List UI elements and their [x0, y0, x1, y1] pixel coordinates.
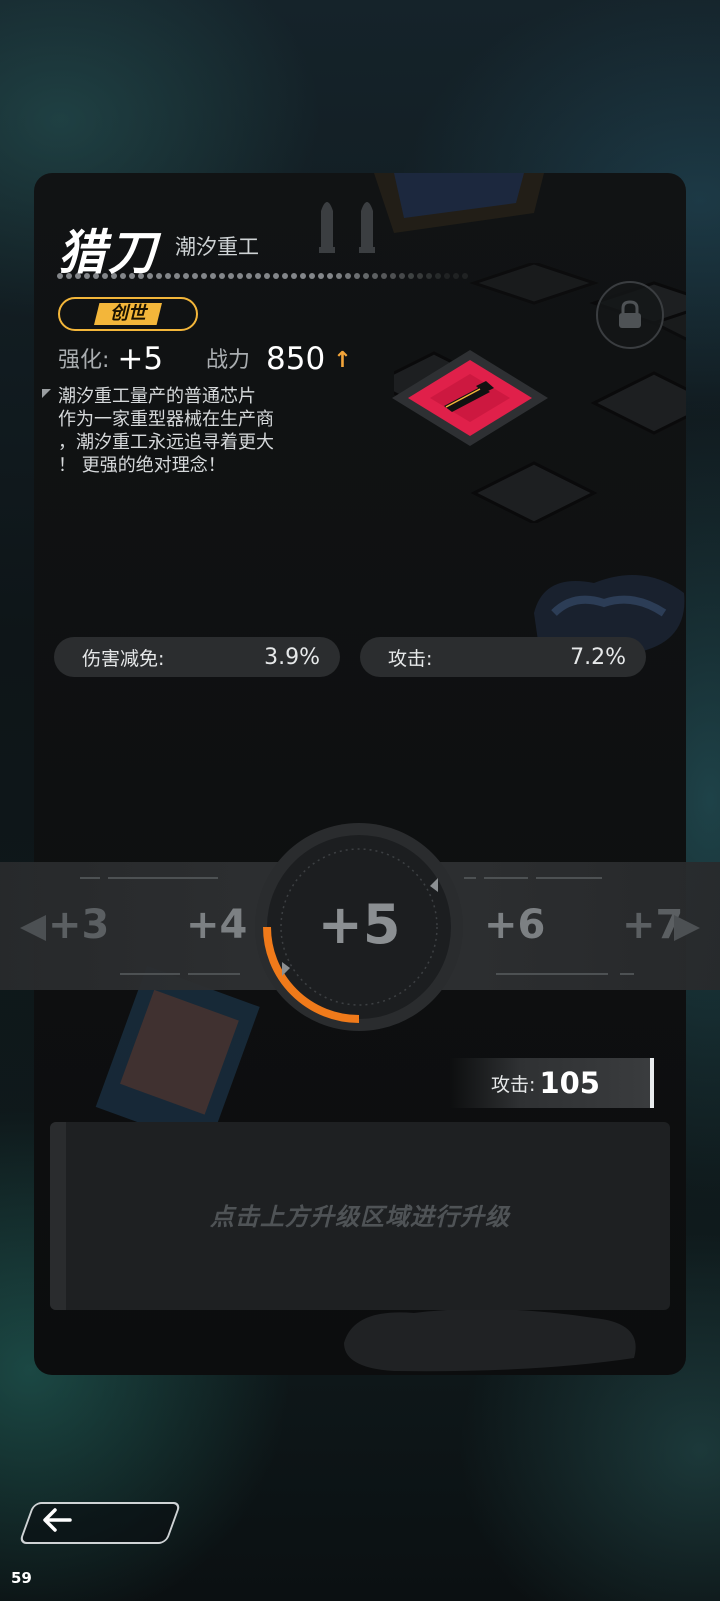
divider: [108, 877, 218, 879]
description-line: ！ 更强的绝对理念！: [58, 455, 226, 476]
power-value: 850: [266, 341, 326, 377]
stat-attack: 攻击: 7.2%: [360, 637, 646, 677]
stat-value: 3.9%: [264, 644, 320, 670]
divider: [496, 973, 608, 975]
power-label: 战力: [206, 348, 251, 373]
divider: [120, 973, 180, 975]
enhance-value: +5: [117, 341, 164, 377]
stat-value: 7.2%: [570, 644, 626, 670]
divider: [536, 877, 602, 879]
current-level: +5: [317, 893, 401, 956]
divider: [188, 973, 240, 975]
stat-label: 伤害减免:: [82, 647, 165, 670]
combat-power: 战力 850 ↑: [206, 341, 352, 377]
divider-dots: [57, 273, 468, 279]
lock-icon: [619, 300, 641, 328]
attack-bonus-label: 攻击:: [491, 1073, 536, 1096]
divider: [620, 973, 634, 975]
level-option[interactable]: +3: [48, 902, 109, 948]
back-arrow-icon: [43, 1508, 72, 1532]
rarity-label: 创世: [94, 303, 162, 325]
attack-bonus: 攻击: 105: [450, 1058, 654, 1108]
ammo-icon: [319, 202, 375, 253]
level-option[interactable]: +4: [186, 902, 247, 948]
rarity-badge: 创世: [58, 297, 198, 331]
weapon-maker: 潮汐重工: [175, 235, 259, 259]
fps-counter: 59: [11, 1569, 32, 1587]
chip-icon: [392, 350, 548, 446]
upgrade-hint: 点击上方升级区域进行升级: [210, 1203, 510, 1231]
description-line: 潮汐重工量产的普通芯片: [58, 386, 256, 407]
enhance-level: 强化: +5: [58, 341, 163, 377]
previous-level-arrow-icon[interactable]: [20, 915, 46, 941]
level-option[interactable]: +6: [484, 902, 545, 948]
power-up-arrow-icon: ↑: [333, 348, 352, 373]
description-marker-icon: [42, 389, 51, 398]
divider: [484, 877, 528, 879]
description-line: ，潮汐重工永远追寻着更大: [58, 432, 274, 453]
graffiti-bottom-decoration: [344, 1309, 636, 1372]
enhance-label: 强化:: [58, 348, 110, 373]
next-level-arrow-icon[interactable]: [674, 915, 700, 941]
lock-button[interactable]: [596, 281, 664, 349]
stat-damage-reduction: 伤害减免: 3.9%: [54, 637, 340, 677]
stat-label: 攻击:: [388, 647, 433, 670]
description-line: 作为一家重型器械在生产商: [58, 409, 274, 430]
attack-bonus-value: 105: [539, 1066, 600, 1100]
upgrade-panel[interactable]: 点击上方升级区域进行升级: [50, 1122, 670, 1310]
weapon-description: 潮汐重工量产的普通芯片 作为一家重型器械在生产商 ，潮汐重工永远追寻着更大 ！ …: [58, 385, 308, 477]
divider: [80, 877, 100, 879]
